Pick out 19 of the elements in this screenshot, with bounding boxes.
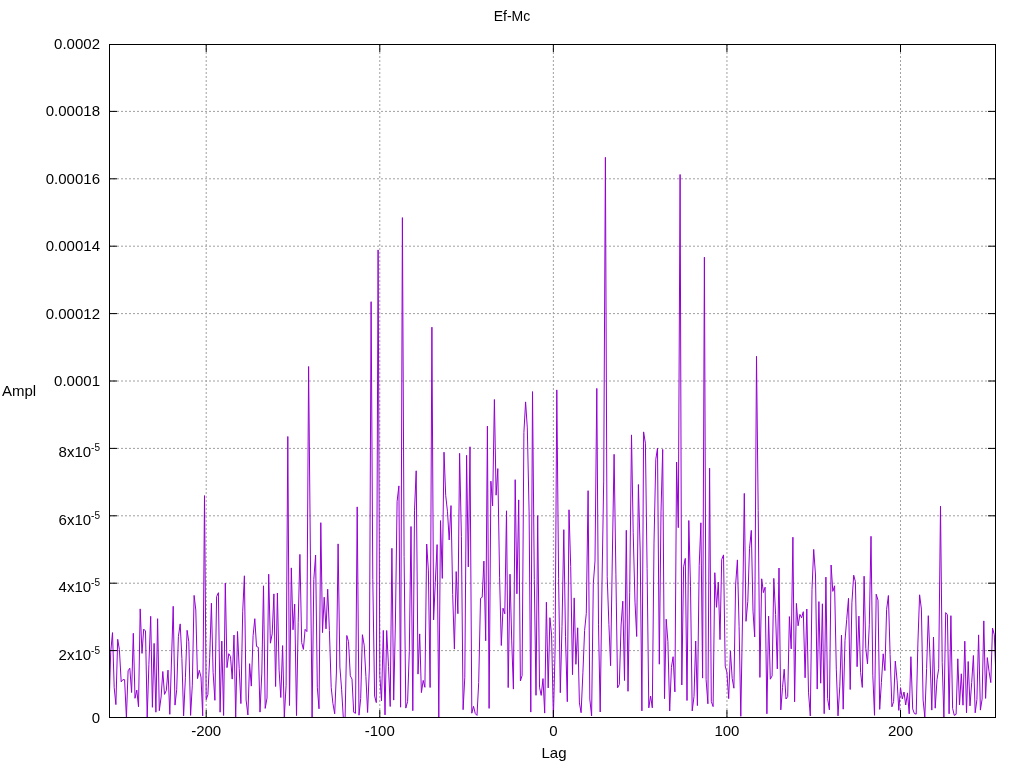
y-tick-label: 4x10$^{-5}$ — [57, 576, 100, 597]
chart-title: Ef-Mc — [492, 8, 532, 24]
y-tick-label: 8x10$^{-5}$ — [57, 441, 100, 462]
y-tick-label: 2x10$^{-5}$ — [57, 643, 100, 664]
y-tick-label: 0.00016 — [44, 169, 100, 188]
y-tick-label: 0.0002 — [53, 35, 100, 53]
y-tick-label: 0.00018 — [44, 102, 100, 121]
y-tick-label: 6x10$^{-5}$ — [57, 508, 100, 529]
x-tick-label: -100 — [363, 722, 396, 739]
y-tick-label: 0.0001 — [53, 372, 100, 390]
y-tick-label: 0.00012 — [44, 304, 100, 323]
y-tick-label: 0 — [90, 709, 100, 727]
x-tick-label: -200 — [190, 722, 223, 739]
x-tick-label: 200 — [887, 722, 915, 739]
y-axis-label: Ampl — [2, 382, 37, 399]
x-tick-label: 100 — [713, 722, 741, 739]
y-tick-label: 0.00014 — [44, 237, 100, 256]
x-axis-label: Lag — [540, 744, 568, 761]
x-tick-label: 0 — [548, 722, 559, 739]
